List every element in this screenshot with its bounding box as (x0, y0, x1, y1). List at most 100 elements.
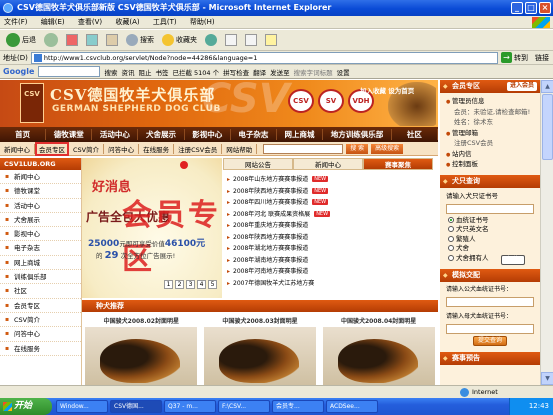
pager-button[interactable]: 2 (175, 280, 184, 289)
sidebar-item[interactable]: 电子杂志 (0, 241, 81, 256)
taskbar-item[interactable]: Q37 - m... (164, 400, 216, 413)
nav-clubs[interactable]: 地方训练俱乐部 (323, 129, 392, 140)
dog-photo[interactable] (322, 327, 435, 385)
google-item-news[interactable]: 资讯 (121, 67, 134, 77)
google-item-bookmarks[interactable]: 书签 (155, 67, 168, 77)
nav-video[interactable]: 影视中心 (185, 129, 231, 140)
google-search-terms[interactable]: 搜索字词标题 (294, 67, 333, 77)
member-control-panel[interactable]: 控制面板 (446, 160, 534, 171)
back-button[interactable]: 后退 (3, 32, 39, 49)
tab-announcements[interactable]: 网站公告 (223, 158, 293, 170)
news-item[interactable]: 2008年重庆地方赛赛事报道 (227, 220, 438, 232)
sidebar-item[interactable]: 在线服务 (0, 342, 81, 356)
google-search-button[interactable]: 搜索 (104, 67, 117, 77)
maximize-button[interactable]: □ (525, 2, 537, 14)
sidebar-item[interactable]: 问答中心 (0, 327, 81, 342)
links-label[interactable]: 链接 (535, 53, 553, 63)
news-item-title[interactable]: 2008年四川地方赛赛事报道 (233, 199, 308, 206)
news-item-title[interactable]: 2008年湖南地方赛赛事报道 (233, 257, 308, 264)
edit-button[interactable] (262, 32, 280, 49)
google-spellcheck[interactable]: 拼写检查 (223, 67, 249, 77)
news-item-title[interactable]: 2008年湖北地方赛赛事报道 (233, 245, 308, 252)
news-item[interactable]: 2008年陕西地方赛赛事报道 NEW (227, 186, 438, 198)
dog-photo[interactable] (203, 327, 316, 385)
member-inbox[interactable]: 站内信 (446, 150, 534, 161)
news-item-title[interactable]: 2008年陕西地方赛赛事报道 (233, 234, 308, 241)
promo-banner[interactable]: 好消息 广告全包大优惠 会员专区 25000元即可享受价值46100元 的 29… (82, 158, 222, 298)
sidebar-item[interactable]: 犬舍展示 (0, 213, 81, 227)
dog-photo[interactable] (85, 327, 198, 385)
address-input[interactable]: http://www1.csvclub.org/servlet/Node?nod… (30, 51, 498, 64)
news-item[interactable]: 2007年德国牧羊犬江苏地方赛 (227, 278, 438, 290)
subnav-register[interactable]: 注册CSV会员 (174, 143, 223, 154)
radio-pedigree[interactable]: 血统证书号 (440, 216, 540, 226)
menu-edit[interactable]: 编辑(E) (41, 18, 65, 26)
site-search-input[interactable] (263, 143, 344, 154)
google-send[interactable]: 发送至 (270, 67, 290, 77)
taskbar-item[interactable]: CSV德国... (110, 400, 162, 413)
subnav-about[interactable]: CSV简介 (69, 143, 105, 154)
nav-kennels[interactable]: 犬舍展示 (138, 129, 185, 140)
sponsor-logo[interactable]: SV (318, 89, 344, 113)
pager-button[interactable]: 4 (197, 280, 206, 289)
system-tray-clock[interactable]: 12:43 (509, 398, 553, 415)
dog-query-input[interactable] (446, 203, 534, 214)
dog-card-title[interactable]: 中国骏犬2008.02封面明星 (85, 316, 197, 325)
subnav-qa[interactable]: 问答中心 (104, 143, 140, 154)
menu-view[interactable]: 查看(V) (78, 18, 102, 26)
member-register-link[interactable]: 注册CSV会员 (446, 139, 534, 150)
news-item[interactable]: 2008年河北 联赛成果资格展 NEW (227, 209, 438, 221)
sidebar-item[interactable]: 社区 (0, 284, 81, 299)
minimize-button[interactable]: _ (511, 2, 523, 14)
news-item-title[interactable]: 2007年德国牧羊犬江苏地方赛 (233, 280, 314, 287)
subnav-service[interactable]: 在线服务 (139, 143, 175, 154)
taskbar-item[interactable]: 会员专... (272, 400, 324, 413)
nav-home[interactable]: 首页 (0, 129, 47, 140)
vertical-scrollbar[interactable]: ▲ ▼ (540, 80, 553, 385)
sponsor-logo[interactable]: CSV (288, 89, 314, 113)
favorites-button[interactable]: 收藏夹 (159, 32, 200, 49)
news-item[interactable]: 2008年湖南地方赛赛事报道 (227, 255, 438, 267)
news-item[interactable]: 2008年山东地方赛赛事报道 NEW (227, 174, 438, 186)
taskbar-item[interactable]: Window... (56, 400, 108, 413)
tab-news-center[interactable]: 新闻中心 (293, 158, 363, 170)
sidebar-item[interactable]: 影视中心 (0, 227, 81, 242)
mail-button[interactable] (222, 32, 240, 49)
pager-button[interactable]: 5 (208, 280, 217, 289)
scroll-thumb[interactable] (542, 94, 553, 160)
news-item-title[interactable]: 2008年河北 联赛成果资格展 (233, 211, 310, 218)
advanced-search-button[interactable]: 高级搜索 (371, 143, 404, 154)
menu-favorites[interactable]: 收藏(A) (115, 18, 139, 26)
scroll-down-icon[interactable]: ▼ (541, 372, 553, 385)
sidebar-item[interactable]: 德牧课堂 (0, 184, 81, 199)
radio-kennel-owner[interactable]: 犬舍拥有人 查 询 (440, 254, 540, 265)
window-titlebar[interactable]: CSV德国牧羊犬俱乐部新版 CSV德国牧羊犬俱乐部 - Microsoft In… (0, 0, 553, 16)
refresh-button[interactable] (83, 32, 101, 49)
dog-card-title[interactable]: 中国骏犬2008.04封面明星 (323, 316, 435, 325)
news-item-title[interactable]: 2008年河南地方赛赛事报道 (233, 268, 308, 275)
forward-button[interactable] (41, 32, 61, 49)
taskbar-item[interactable]: F:\CSV... (218, 400, 270, 413)
menu-help[interactable]: 帮助(H) (190, 18, 215, 26)
sidebar-item[interactable]: 会员专区 (0, 299, 81, 313)
sidebar-item[interactable]: 新闻中心 (0, 170, 81, 185)
news-item[interactable]: 2008年河南地方赛赛事报道 (227, 266, 438, 278)
google-settings[interactable]: 设置 (337, 67, 350, 77)
member-admin-info[interactable]: 管理员信息 (446, 97, 534, 108)
sidebar-item[interactable]: 训练俱乐部 (0, 270, 81, 285)
start-button[interactable]: 开始 (0, 398, 52, 415)
member-manage-email[interactable]: 管理邮箱 (446, 129, 534, 140)
dog-card[interactable]: 中国骏犬2008.04封面明星 (322, 316, 435, 385)
close-button[interactable]: × (539, 2, 551, 14)
print-button[interactable] (242, 32, 260, 49)
pager-button[interactable]: 1 (164, 280, 173, 289)
tab-event-focus[interactable]: 赛事聚焦 (363, 158, 433, 170)
dog-card[interactable]: 中国骏犬2008.02封面明星 (85, 316, 198, 385)
nav-community[interactable]: 社区 (392, 129, 438, 140)
subnav-news[interactable]: 新闻中心 (0, 143, 35, 154)
subnav-help[interactable]: 网站帮助 (222, 143, 258, 154)
news-item-title[interactable]: 2008年重庆地方赛赛事报道 (233, 222, 308, 229)
enter-member-button[interactable]: 进入会员 (506, 82, 537, 91)
news-item[interactable]: 2008年陕西地方赛赛事报道 (227, 232, 438, 244)
dog-query-button[interactable]: 查 询 (500, 254, 525, 265)
